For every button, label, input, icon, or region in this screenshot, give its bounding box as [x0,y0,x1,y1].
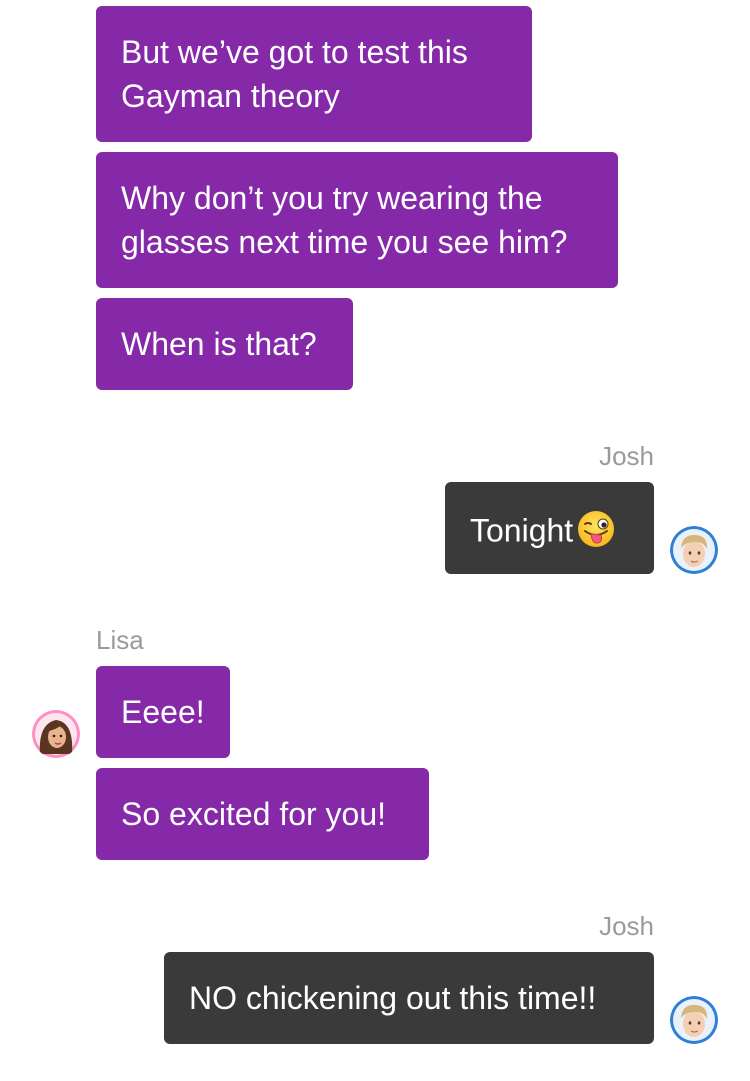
sender-name-josh: Josh [599,441,654,471]
josh-message-bubble[interactable]: NO chickening out this time!! [164,952,654,1044]
message-text-line: But we’ve got to test this [121,34,468,70]
message-text-line: Gayman theory [121,78,340,114]
message-text: NO chickening out this time!! [189,980,597,1016]
message-text-line: glasses next time you see him? [121,224,568,260]
message-text: Tonight [470,512,574,549]
message-text: So excited for you! [121,796,387,832]
lisa-message-bubble[interactable]: But we’ve got to test this Gayman theory [96,6,532,142]
message-text-line: Why don’t you try wearing the [121,180,543,216]
josh-avatar-icon[interactable] [670,526,718,574]
message-text: Eeee! [121,694,205,730]
lisa-message-bubble[interactable]: So excited for you! [96,768,429,860]
josh-message-bubble[interactable]: Tonight [445,482,654,574]
lisa-message-bubble[interactable]: Eeee! [96,666,230,758]
josh-avatar-icon[interactable] [670,996,718,1044]
message-text: When is that? [121,326,317,362]
sender-name-lisa: Lisa [96,625,144,655]
lisa-avatar-icon[interactable] [32,710,80,758]
sender-name-josh: Josh [599,911,654,941]
winking-face-with-tongue-icon [576,509,616,549]
lisa-message-bubble[interactable]: Why don’t you try wearing the glasses ne… [96,152,618,288]
lisa-message-bubble[interactable]: When is that? [96,298,353,390]
